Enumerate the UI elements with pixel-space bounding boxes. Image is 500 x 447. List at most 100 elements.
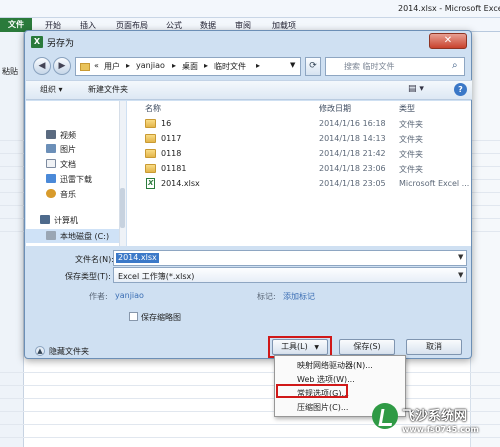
search-icon: ⌕ <box>452 60 458 71</box>
address-dropdown-icon[interactable]: ▼ <box>290 61 295 69</box>
organize-button[interactable]: 组织 ▾ <box>40 84 63 95</box>
column-header-modified[interactable]: 修改日期 <box>319 103 351 114</box>
file-type: 文件夹 <box>399 120 423 129</box>
breadcrumb-temp-files[interactable]: 临时文件 <box>214 61 246 72</box>
new-folder-button[interactable]: 新建文件夹 <box>88 84 128 95</box>
address-bar[interactable]: « 用户 ▸ yanjiao ▸ 桌面 ▸ 临时文件 ▸ ▼ <box>75 57 301 76</box>
filename-input[interactable]: 2014.xlsx ▼ <box>113 250 467 266</box>
save-as-dialog: X 另存为 ✕ ◀ ▶ « 用户 ▸ yanjiao ▸ 桌面 ▸ 临时文件 ▸… <box>24 30 472 359</box>
window-title: 2014.xlsx - Microsoft Excel <box>398 4 500 13</box>
breadcrumb-desktop[interactable]: 桌面 <box>182 61 198 72</box>
drive-icon <box>46 231 56 240</box>
video-icon <box>46 130 56 139</box>
folder-icon <box>145 134 156 143</box>
column-header-name[interactable]: 名称 <box>145 103 161 114</box>
ribbon-left-strip: 粘贴 <box>0 32 24 127</box>
nav-item-label: 视频 <box>60 131 76 140</box>
grid-line <box>0 372 500 373</box>
nav-item-documents[interactable]: 文档 <box>26 157 122 171</box>
save-thumbnail-checkbox[interactable] <box>129 312 138 321</box>
add-tags-link[interactable]: 添加标记 <box>283 291 315 302</box>
chevron-up-icon[interactable]: ▲ <box>35 346 45 356</box>
file-name: 0118 <box>161 149 182 158</box>
folder-icon <box>145 164 156 173</box>
nav-item-label: 音乐 <box>60 190 76 199</box>
file-modified: 2014/1/18 21:42 <box>319 149 386 158</box>
nav-item-computer[interactable]: 计算机 <box>26 213 122 227</box>
nav-item-pictures[interactable]: 图片 <box>26 142 122 156</box>
file-row[interactable]: 0117 2014/1/18 14:13 文件夹 <box>127 132 471 145</box>
grid-line <box>0 385 500 386</box>
chevron-down-icon: ▼ <box>314 344 319 351</box>
nav-item-label: 本地磁盘 (C:) <box>60 232 110 241</box>
breadcrumb-yanjiao[interactable]: yanjiao <box>136 61 165 70</box>
file-row[interactable]: 0118 2014/1/18 21:42 文件夹 <box>127 147 471 160</box>
chevron-down-icon[interactable]: ▼ <box>458 271 463 279</box>
breadcrumb-separator: ▸ <box>126 61 131 70</box>
file-type: 文件夹 <box>399 150 423 159</box>
grid-line <box>0 437 500 438</box>
tags-label: 标记: <box>257 292 276 301</box>
file-row[interactable]: 2014.xlsx 2014/1/18 23:05 Microsoft Exce… <box>127 177 471 190</box>
file-list: 名称 修改日期 类型 16 2014/1/16 16:18 文件夹 0117 2… <box>127 101 471 246</box>
hide-folders-button[interactable]: 隐藏文件夹 <box>49 346 89 357</box>
file-type: Microsoft Excel ... <box>399 179 470 188</box>
file-name: 2014.xlsx <box>161 179 200 188</box>
save-type-value: Excel 工作簿(*.xlsx) <box>118 272 195 281</box>
nav-item-xunlei-downloads[interactable]: 迅雷下载 <box>26 172 122 186</box>
watermark-url: www.fs0745.com <box>402 425 479 434</box>
breadcrumb-separator: ▸ <box>172 61 177 70</box>
music-icon <box>46 189 56 198</box>
save-type-select[interactable]: Excel 工作簿(*.xlsx) ▼ <box>113 267 467 283</box>
save-button[interactable]: 保存(S) <box>339 339 395 355</box>
file-type: 文件夹 <box>399 135 423 144</box>
excel-icon: X <box>31 36 43 48</box>
grid-line <box>0 398 500 399</box>
nav-item-label: 文档 <box>60 160 76 169</box>
dialog-title: 另存为 <box>47 39 75 49</box>
nav-item-label: 图片 <box>60 145 76 154</box>
back-button[interactable]: ◀ <box>33 57 51 75</box>
filename-value: 2014.xlsx <box>116 253 159 263</box>
breadcrumb-separator: ▸ <box>256 61 261 70</box>
computer-icon <box>40 215 50 224</box>
refresh-icon[interactable]: ⟳ <box>305 57 321 76</box>
menu-item-map-network-drive[interactable]: 映射网络驱动器(N)... <box>297 360 373 371</box>
paste-label[interactable]: 粘贴 <box>2 66 18 77</box>
file-row[interactable]: 16 2014/1/16 16:18 文件夹 <box>127 117 471 130</box>
folder-icon <box>145 119 156 128</box>
document-icon <box>46 159 56 168</box>
view-options-icon[interactable]: ▤ ▾ <box>408 84 424 94</box>
filename-label: 文件名(N): <box>75 255 114 264</box>
nav-item-videos[interactable]: 视频 <box>26 128 122 142</box>
forward-button[interactable]: ▶ <box>53 57 71 75</box>
breadcrumb-root-arrow[interactable]: « <box>94 61 99 70</box>
search-input[interactable]: 搜索 临时文件 ⌕ <box>325 57 465 76</box>
watermark-title: 飞沙系统网 <box>402 409 468 424</box>
file-modified: 2014/1/16 16:18 <box>319 119 386 128</box>
author-value[interactable]: yanjiao <box>115 291 144 300</box>
close-button[interactable]: ✕ <box>429 33 467 49</box>
file-row[interactable]: 01181 2014/1/18 23:06 文件夹 <box>127 162 471 175</box>
excel-titlebar: 2014.xlsx - Microsoft Excel <box>0 0 500 18</box>
excel-file-icon <box>146 178 155 189</box>
dialog-titlebar[interactable]: X 另存为 ✕ <box>25 31 471 51</box>
column-header-type[interactable]: 类型 <box>399 103 415 114</box>
chevron-down-icon[interactable]: ▼ <box>458 253 463 261</box>
nav-scrollbar-thumb[interactable] <box>120 188 125 228</box>
save-type-label: 保存类型(T): <box>65 272 111 281</box>
nav-item-local-disk-c[interactable]: 本地磁盘 (C:) <box>26 229 122 243</box>
help-icon[interactable]: ? <box>454 83 467 96</box>
search-placeholder: 搜索 临时文件 <box>344 62 395 71</box>
nav-item-label: 计算机 <box>54 216 78 225</box>
nav-item-label: 迅雷下载 <box>60 175 92 184</box>
picture-icon <box>46 144 56 153</box>
save-thumbnail-label: 保存缩略图 <box>141 313 181 322</box>
breadcrumb-users[interactable]: 用户 <box>104 61 120 72</box>
tools-button[interactable]: 工具(L) ▼ <box>272 339 328 355</box>
cancel-button[interactable]: 取消 <box>406 339 462 355</box>
general-options-highlight-box <box>276 384 348 398</box>
author-label: 作者: <box>89 292 108 301</box>
menu-item-compress-pictures[interactable]: 压缩图片(C)... <box>297 402 348 413</box>
nav-item-music[interactable]: 音乐 <box>26 187 122 201</box>
